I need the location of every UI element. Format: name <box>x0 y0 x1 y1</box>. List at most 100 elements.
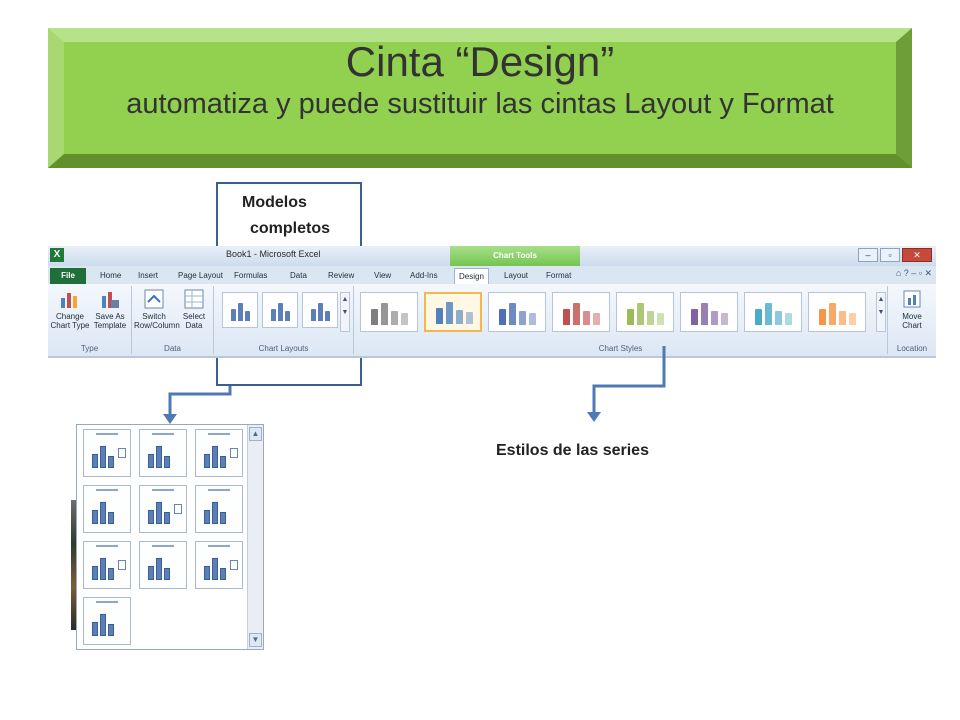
chart-layout-thumbnail[interactable] <box>302 292 338 328</box>
style-thumb-bar <box>401 313 408 325</box>
layout-bar <box>212 502 218 524</box>
layout-title-placeholder <box>208 545 230 547</box>
layout-thumb-bar <box>278 303 283 321</box>
chart-tools-context-tab: Chart Tools <box>450 246 580 268</box>
layout-thumb-bar <box>271 309 276 321</box>
gallery-layout-option[interactable] <box>83 541 131 589</box>
window-controls: – ▫ ✕ <box>858 248 932 262</box>
scroll-down-icon[interactable]: ▼ <box>249 633 262 647</box>
tab-add-ins[interactable]: Add-Ins <box>406 268 442 284</box>
minimize-icon[interactable]: – <box>858 248 878 262</box>
change-chart-type-button[interactable]: Change Chart Type <box>50 288 90 338</box>
layout-bar <box>148 566 154 580</box>
save-as-template-button[interactable]: Save As Template <box>90 288 130 338</box>
tab-design[interactable]: Design <box>454 268 489 284</box>
scroll-up-icon[interactable]: ▲ <box>249 427 262 441</box>
layout-bar <box>204 510 210 524</box>
tab-formulas[interactable]: Formulas <box>230 268 271 284</box>
gallery-layout-option[interactable] <box>195 429 243 477</box>
layout-title-placeholder <box>152 545 174 547</box>
style-thumb-bar <box>446 302 453 324</box>
layout-legend <box>230 560 238 570</box>
chart-layouts-gallery: ▲ ▼ <box>76 424 264 650</box>
tab-insert[interactable]: Insert <box>134 268 162 284</box>
style-thumb-bar <box>456 310 463 324</box>
move-chart-button[interactable]: Move Chart <box>892 288 932 338</box>
help-icon[interactable]: ⌂ ? – ▫ ✕ <box>896 268 932 279</box>
restore-icon[interactable]: ▫ <box>880 248 900 262</box>
arrow-to-layouts-gallery <box>168 386 232 418</box>
layout-bar <box>164 456 170 468</box>
tab-view[interactable]: View <box>370 268 395 284</box>
style-thumb-bar <box>519 311 526 325</box>
chart-style-thumbnail[interactable] <box>488 292 546 332</box>
gallery-layout-option[interactable] <box>195 485 243 533</box>
gallery-scrollbar[interactable]: ▲ ▼ <box>247 425 263 649</box>
arrow-head-styles <box>587 412 601 422</box>
style-thumb-bar <box>529 313 536 325</box>
chart-type-icon <box>61 293 77 308</box>
gallery-layout-option[interactable] <box>139 429 187 477</box>
layout-bar <box>156 502 162 524</box>
chart-style-thumbnail[interactable] <box>744 292 802 332</box>
layout-bar <box>164 512 170 524</box>
style-thumb-bar <box>691 309 698 325</box>
layout-bar <box>92 510 98 524</box>
style-thumb-bar <box>657 313 664 325</box>
chart-style-thumbnail[interactable] <box>552 292 610 332</box>
chart-layout-thumbnail[interactable] <box>262 292 298 328</box>
chart-style-thumbnail[interactable] <box>424 292 482 332</box>
style-thumb-bar <box>466 312 473 324</box>
group-data-label: Data <box>164 344 181 353</box>
tab-file[interactable]: File <box>50 268 86 284</box>
chart-style-thumbnail[interactable] <box>808 292 866 332</box>
style-thumb-bar <box>573 303 580 325</box>
switch-row-column-label: Switch Row/Column <box>134 312 180 330</box>
banner-title: Cinta “Design” <box>345 38 615 85</box>
gallery-layout-option[interactable] <box>195 541 243 589</box>
chart-style-thumbnail[interactable] <box>360 292 418 332</box>
layout-thumb-bar <box>325 311 330 321</box>
gallery-layout-option[interactable] <box>139 541 187 589</box>
layouts-more-button[interactable]: ▲ ▼ <box>340 292 350 332</box>
style-thumb-bar <box>593 313 600 325</box>
layout-bar <box>108 568 114 580</box>
chart-style-thumbnail[interactable] <box>680 292 738 332</box>
layout-bar <box>92 566 98 580</box>
chart-style-thumbnail[interactable] <box>616 292 674 332</box>
chart-layout-thumbnail[interactable] <box>222 292 258 328</box>
style-thumb-bar <box>755 309 762 325</box>
layout-thumb-bar <box>285 311 290 321</box>
close-icon[interactable]: ✕ <box>902 248 932 262</box>
style-thumb-bar <box>563 309 570 325</box>
tab-review[interactable]: Review <box>324 268 358 284</box>
tab-layout[interactable]: Layout <box>500 268 532 284</box>
tab-data[interactable]: Data <box>286 268 311 284</box>
style-thumb-bar <box>701 303 708 325</box>
gallery-layout-option[interactable] <box>83 597 131 645</box>
group-type: Change Chart Type Save As Template Type <box>48 286 132 354</box>
layout-legend <box>118 560 126 570</box>
switch-row-column-button[interactable]: Switch Row/Column <box>134 288 180 338</box>
group-chart-styles: ▲ ▼ Chart Styles <box>354 286 888 354</box>
excel-app-icon[interactable]: X <box>50 248 64 262</box>
layout-title-placeholder <box>208 433 230 435</box>
layout-bar <box>220 512 226 524</box>
styles-more-button[interactable]: ▲ ▼ <box>876 292 886 332</box>
layout-bar <box>100 558 106 580</box>
group-chart-layouts-label: Chart Layouts <box>258 344 309 353</box>
tab-page-layout[interactable]: Page Layout <box>174 268 227 284</box>
gallery-layout-option[interactable] <box>83 485 131 533</box>
gallery-layout-option[interactable] <box>139 485 187 533</box>
style-thumb-bar <box>509 303 516 325</box>
style-thumb-bar <box>637 303 644 325</box>
select-data-button[interactable]: Select Data <box>174 288 214 338</box>
tab-format[interactable]: Format <box>542 268 575 284</box>
layout-title-placeholder <box>96 433 118 435</box>
layout-bar <box>148 454 154 468</box>
style-thumb-bar <box>765 303 772 325</box>
tab-home[interactable]: Home <box>96 268 125 284</box>
gallery-layout-option[interactable] <box>83 429 131 477</box>
layout-bar <box>156 446 162 468</box>
layout-title-placeholder <box>96 489 118 491</box>
